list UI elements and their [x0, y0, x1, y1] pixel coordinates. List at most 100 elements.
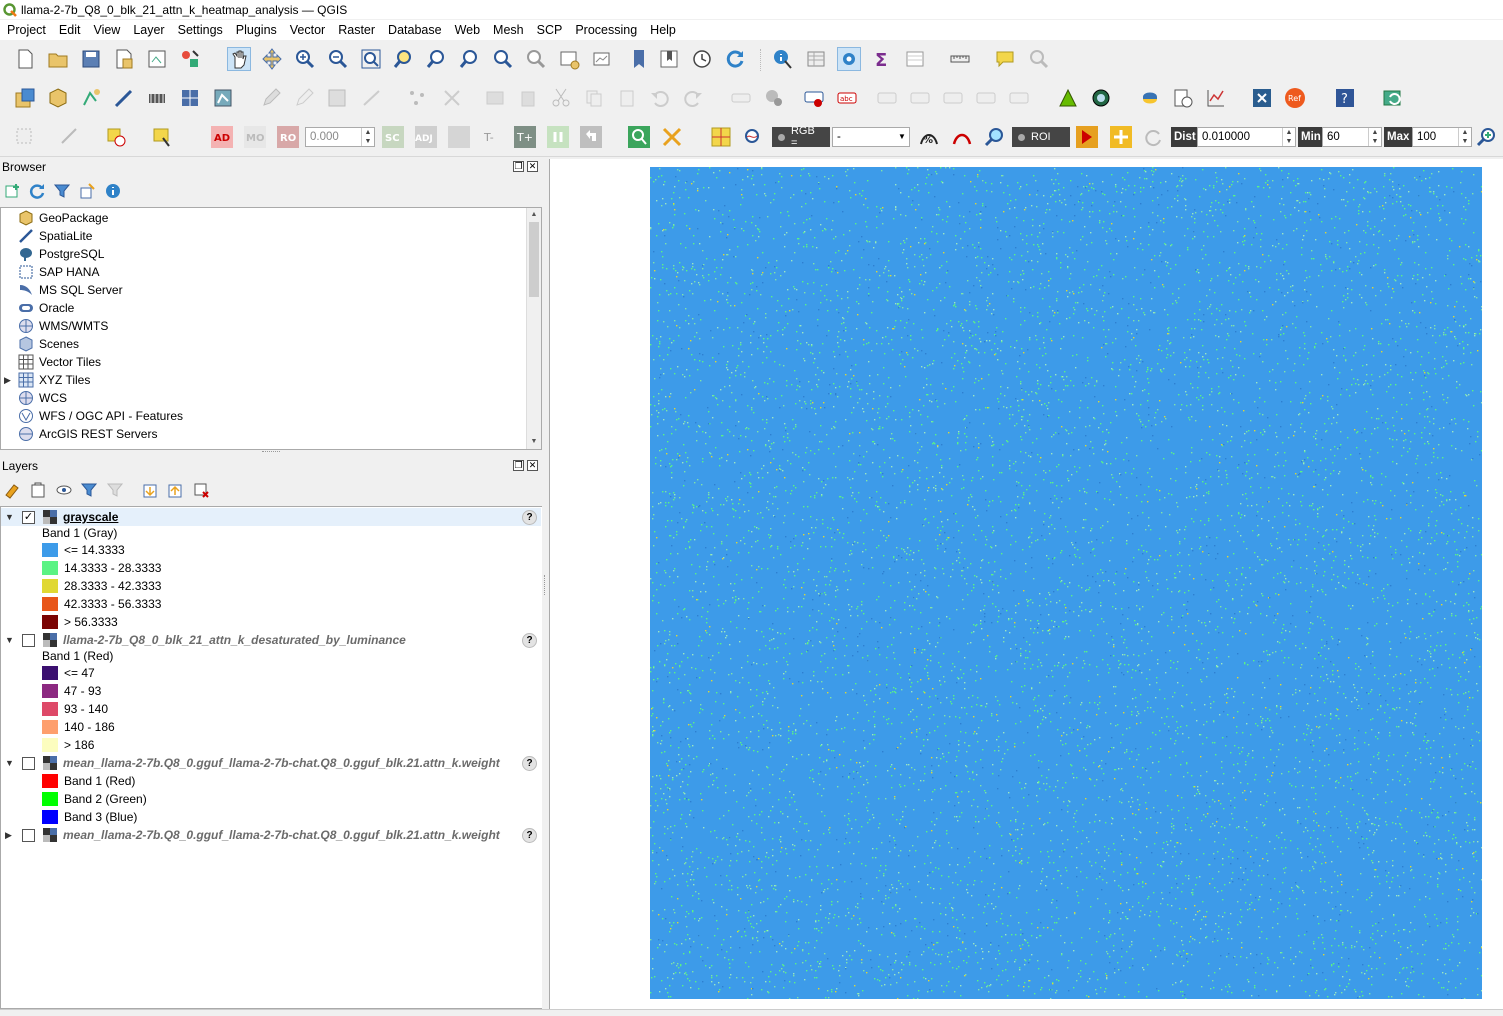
scp-mo-button[interactable]: MO [243, 125, 267, 149]
delete-selected-icon[interactable] [516, 86, 540, 110]
collapse-layers-icon[interactable] [167, 481, 185, 499]
scp-max-spinbox[interactable]: 100 ▲ ▼ [1412, 127, 1472, 147]
scp-band-set-icon[interactable] [709, 125, 733, 149]
zoom-to-selection-icon[interactable] [392, 47, 416, 71]
scp-t-minus-button[interactable]: T- [480, 125, 504, 149]
browser-item-arcgis[interactable]: ArcGIS REST Servers [1, 425, 157, 443]
browser-item-wfs[interactable]: WFS / OGC API - Features [1, 407, 183, 425]
pan-to-selection-icon[interactable] [260, 47, 284, 71]
select-features-icon[interactable] [13, 125, 37, 149]
open-table-icon[interactable] [903, 47, 927, 71]
python-console-icon[interactable] [1138, 86, 1162, 110]
label-show-icon[interactable] [908, 86, 932, 110]
style-manager-icon[interactable] [178, 47, 202, 71]
combo-dropdown-icon[interactable]: ▼ [895, 128, 909, 146]
spin-arrows-icon[interactable]: ▲ ▼ [1282, 128, 1295, 146]
scp-redo-roi-icon[interactable] [1142, 125, 1166, 149]
statistics-sum-icon[interactable]: Σ [870, 47, 894, 71]
collapse-arrow-icon[interactable]: ▼ [5, 635, 14, 645]
menu-database[interactable]: Database [381, 23, 448, 37]
attribute-table-icon[interactable] [804, 47, 828, 71]
new-project-icon[interactable] [13, 47, 37, 71]
new-map-view-icon[interactable] [557, 47, 581, 71]
remove-layer-icon[interactable] [192, 481, 210, 499]
scp-dist-spinbox[interactable]: 0.010000 ▲ ▼ [1197, 127, 1296, 147]
settings-gear-icon[interactable] [837, 47, 861, 71]
scp-edit-roi-icon[interactable] [1075, 125, 1099, 149]
scp-min-spinbox[interactable]: 60 ▲ ▼ [1322, 127, 1382, 147]
scp-undo-button[interactable] [579, 125, 603, 149]
info-icon[interactable] [104, 182, 122, 200]
close-panel-icon[interactable]: ✕ [527, 161, 538, 172]
dock-splitter[interactable] [544, 575, 548, 595]
collapse-arrow-icon[interactable]: ▼ [5, 758, 14, 768]
menu-layer[interactable]: Layer [126, 23, 170, 37]
label-abc-red-icon[interactable]: abc [835, 86, 859, 110]
spin-arrows-icon[interactable]: ▲ ▼ [1368, 128, 1381, 146]
add-group-icon[interactable] [29, 481, 47, 499]
locator-icon[interactable] [1027, 47, 1051, 71]
zoom-out-icon[interactable] [326, 47, 350, 71]
browser-scrollbar[interactable]: ▲ ▼ [526, 208, 541, 449]
digitize-line-icon[interactable] [360, 86, 384, 110]
scheduler-icon[interactable] [1171, 86, 1195, 110]
layer-visibility-checkbox[interactable] [22, 828, 35, 842]
scp-pause-button[interactable] [546, 125, 570, 149]
browser-item-geopackage[interactable]: GeoPackage [1, 209, 108, 227]
triangle-tool-icon[interactable] [1056, 86, 1080, 110]
menu-vector[interactable]: Vector [283, 23, 331, 37]
show-bookmarks-icon[interactable] [657, 47, 681, 71]
menu-processing[interactable]: Processing [568, 23, 643, 37]
browser-item-spatialite[interactable]: SpatiaLite [1, 227, 92, 245]
menu-edit[interactable]: Edit [52, 23, 87, 37]
float-panel-icon[interactable]: ❐ [513, 460, 524, 471]
refresh-browser-icon[interactable] [28, 182, 46, 200]
label-abc-icon[interactable] [802, 86, 826, 110]
new-virtual-layer-icon[interactable] [145, 86, 169, 110]
zoom-last-icon[interactable] [491, 47, 515, 71]
measure-icon[interactable] [948, 47, 972, 71]
layer-row-grayscale[interactable]: ▼ ✓ grayscale ? [1, 508, 541, 526]
scp-sc-button[interactable]: SC [381, 125, 405, 149]
select-location-icon[interactable] [150, 125, 174, 149]
layer-row-desaturated[interactable]: ▼ llama-2-7b_Q8_0_blk_21_attn_k_desatura… [1, 631, 541, 649]
filter-by-expression-icon[interactable] [106, 481, 124, 499]
scp-grid-button[interactable] [447, 125, 471, 149]
new-mesh-layer-icon[interactable] [211, 86, 235, 110]
label-move-icon[interactable] [875, 86, 899, 110]
new-spatialite-icon[interactable] [112, 86, 136, 110]
menu-plugins[interactable]: Plugins [229, 23, 283, 37]
browser-item-xyz-tiles[interactable]: ▶ XYZ Tiles [1, 371, 90, 389]
browser-item-wms[interactable]: WMS/WMTS [1, 317, 108, 335]
expand-arrow-icon[interactable]: ▶ [4, 375, 11, 386]
scp-adj-button[interactable]: ADJ [414, 125, 438, 149]
zoom-next-icon[interactable] [524, 47, 548, 71]
menu-view[interactable]: View [86, 23, 126, 37]
vertex-tool-icon[interactable] [405, 86, 429, 110]
plugin-manager-icon[interactable] [1381, 86, 1405, 110]
paste-features-icon[interactable] [615, 86, 639, 110]
scp-percent-icon[interactable]: % [917, 125, 941, 149]
scrollbar-thumb[interactable] [529, 222, 539, 297]
save-edits-icon[interactable] [325, 86, 349, 110]
menu-scp[interactable]: SCP [530, 23, 569, 37]
scroll-down-icon[interactable]: ▼ [527, 435, 541, 449]
scp-spectral-icon[interactable] [742, 125, 766, 149]
map-tips-icon[interactable] [993, 47, 1017, 71]
move-feature-icon[interactable] [440, 86, 464, 110]
toggle-editing-icon[interactable] [259, 86, 283, 110]
new-bookmark-icon[interactable] [627, 47, 651, 71]
browser-item-mssql[interactable]: MS SQL Server [1, 281, 123, 299]
globe-plugin-icon[interactable] [1089, 86, 1113, 110]
scp-zoom-roi-icon[interactable] [983, 125, 1007, 149]
float-panel-icon[interactable]: ❐ [513, 161, 524, 172]
spin-arrows-icon[interactable]: ▲ ▼ [1458, 128, 1471, 146]
scp-curve-icon[interactable] [950, 125, 974, 149]
expand-all-icon[interactable] [142, 481, 160, 499]
ref-plugin-icon[interactable]: Ref [1283, 86, 1307, 110]
zoom-full-icon[interactable] [359, 47, 383, 71]
browser-item-sap-hana[interactable]: SAP HANA [1, 263, 99, 281]
filter-browser-icon[interactable] [53, 182, 71, 200]
panel-splitter[interactable] [262, 451, 280, 455]
label-rotate-icon[interactable] [941, 86, 965, 110]
